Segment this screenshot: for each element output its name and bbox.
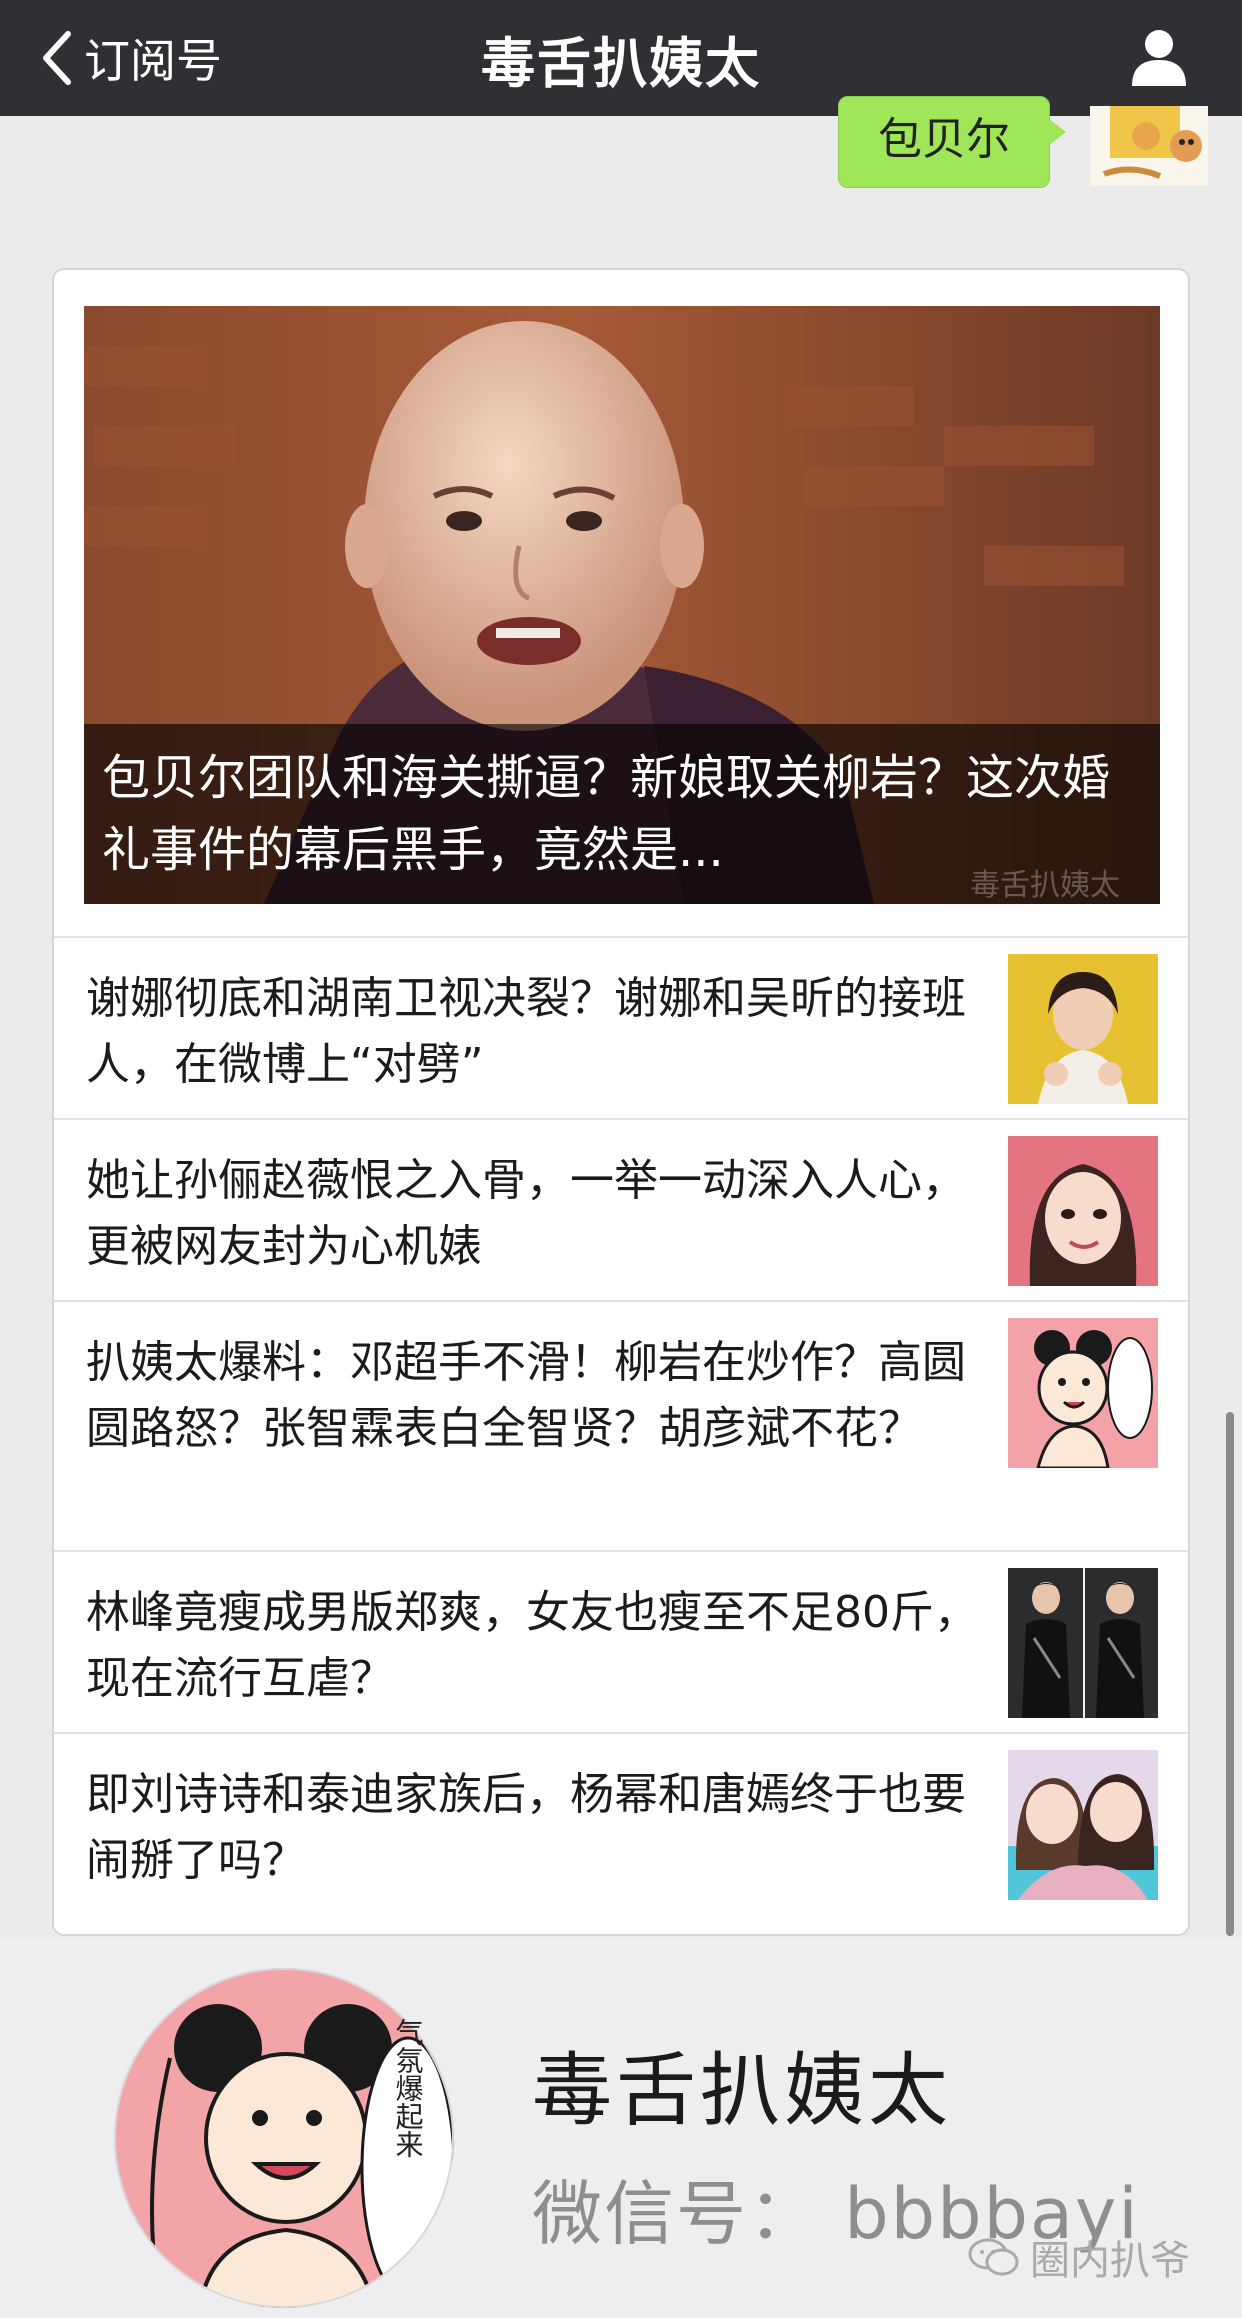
account-name: 毒舌扒姨太 (532, 2044, 952, 2137)
article-card[interactable]: 包贝尔团队和海关撕逼？新娘取关柳岩？这次婚礼事件的幕后黑手，竟然是... 毒舌扒… (52, 268, 1190, 1936)
list-item[interactable]: 她让孙俪赵薇恨之入骨，一举一动深入人心，更被网友封为心机婊 (54, 1118, 1188, 1302)
item-title: 即刘诗诗和泰迪家族后，杨幂和唐嫣终于也要闹掰了吗？ (86, 1769, 966, 1886)
watermark: 圈内扒爷 (968, 2228, 1190, 2286)
navbar: 订阅号 毒舌扒姨太 (0, 0, 1242, 116)
thumb-cartoon-mickey (1008, 1318, 1158, 1468)
wechat-icon (968, 2238, 1019, 2276)
message-bubble[interactable]: 包贝尔 (838, 96, 1050, 188)
list-item[interactable]: 即刘诗诗和泰迪家族后，杨幂和唐嫣终于也要闹掰了吗？ (54, 1732, 1188, 1934)
avatar[interactable] (1090, 106, 1208, 186)
item-thumbnail (1008, 954, 1158, 1104)
item-thumbnail (1008, 1136, 1158, 1286)
profile-button[interactable] (1128, 26, 1190, 88)
message-text: 包贝尔 (878, 114, 1010, 165)
user-icon (1132, 30, 1186, 86)
list-item[interactable]: 林峰竟瘦成男版郑爽，女友也瘦至不足80斤，现在流行互虐？ (54, 1550, 1188, 1734)
bubble-tail (1048, 118, 1066, 146)
thumb-photo-girl (1008, 1136, 1158, 1286)
cartoon-avatar-image (1090, 106, 1208, 186)
thumb-photo-dancers (1008, 1568, 1158, 1718)
cover-watermark: 毒舌扒姨太 (970, 868, 1120, 903)
account-avatar[interactable]: 气氛爆起来 (100, 1968, 468, 2308)
avatar-handwriting: 气氛爆起来 (392, 2018, 425, 2158)
item-thumbnail (1008, 1750, 1158, 1900)
list-item[interactable]: 谢娜彻底和湖南卫视决裂？谢娜和吴昕的接班人，在微博上“对劈” (54, 936, 1188, 1120)
item-title: 她让孙俪赵薇恨之入骨，一举一动深入人心，更被网友封为心机婊 (86, 1155, 966, 1272)
account-footer: 气氛爆起来 毒舌扒姨太 微信号： bbbbayi 圈内扒爷 (0, 1938, 1242, 2318)
item-thumbnail (1008, 1568, 1158, 1718)
scrollbar[interactable] (1226, 1412, 1234, 1936)
item-title: 谢娜彻底和湖南卫视决裂？谢娜和吴昕的接班人，在微博上“对劈” (86, 973, 966, 1090)
cartoon-mickey-avatar: 气氛爆起来 (114, 1968, 454, 2308)
cover-title: 包贝尔团队和海关撕逼？新娘取关柳岩？这次婚礼事件的幕后黑手，竟然是... (102, 750, 1111, 878)
item-thumbnail (1008, 1318, 1158, 1468)
item-title: 扒姨太爆料：邓超手不滑！柳岩在炒作？高圆圆路怒？张智霖表白全智贤？胡彦斌不花？ (86, 1337, 966, 1454)
list-item[interactable]: 扒姨太爆料：邓超手不滑！柳岩在炒作？高圆圆路怒？张智霖表白全智贤？胡彦斌不花？ (54, 1300, 1188, 1552)
cover-image[interactable]: 包贝尔团队和海关撕逼？新娘取关柳岩？这次婚礼事件的幕后黑手，竟然是... 毒舌扒… (84, 306, 1160, 904)
page-title: 毒舌扒姨太 (481, 31, 761, 95)
thumb-photo-two-women (1008, 1750, 1158, 1900)
thumb-photo-woman (1008, 954, 1158, 1104)
watermark-text: 圈内扒爷 (1030, 2238, 1190, 2284)
item-title: 林峰竟瘦成男版郑爽，女友也瘦至不足80斤，现在流行互虐？ (86, 1587, 978, 1704)
